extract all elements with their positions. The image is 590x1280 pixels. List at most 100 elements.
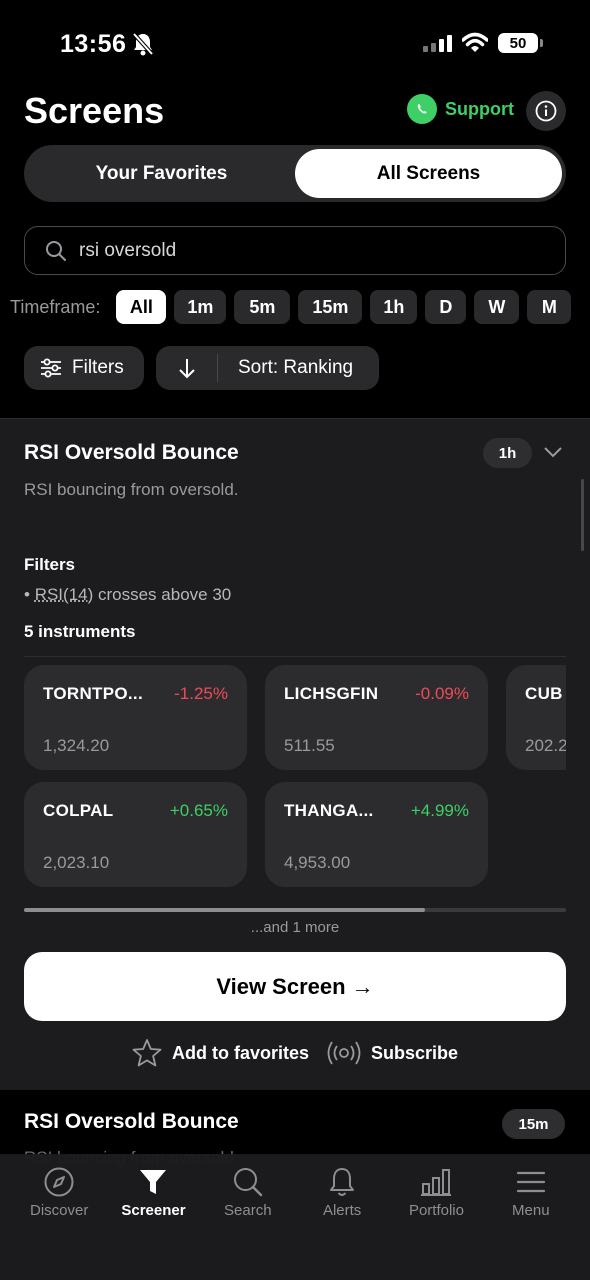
tab-alerts[interactable]: Alerts [295,1154,389,1280]
instrument-price: 2,023.10 [43,853,110,872]
whatsapp-icon [407,94,437,124]
tab-label: Alerts [322,1202,362,1219]
funnel-icon [140,1170,167,1194]
tab-discover[interactable]: Discover [12,1154,106,1280]
instrument-price: 511.55 [284,736,335,755]
view-screen-button[interactable]: View Screen → [24,952,566,1021]
instrument-symbol: COLPAL [43,801,114,820]
bottom-tab-bar: Discover Screener Search Alerts Portfoli… [0,1154,590,1280]
filters-heading: Filters [24,555,76,574]
tab-label: Discover [29,1202,89,1219]
info-button[interactable] [526,91,566,131]
timeframe-chip-1m[interactable]: 1m [174,290,227,324]
tab-label: Portfolio [408,1202,464,1219]
timeframe-chip-5m[interactable]: 5m [234,290,291,324]
timeframe-chip-d[interactable]: D [425,290,467,324]
screen-card: RSI Oversold Bounce 1h RSI bouncing from… [0,418,590,1090]
chevron-down-icon[interactable] [543,445,563,459]
arrow-down-icon [178,359,195,379]
timeframe-chip-all[interactable]: All [116,290,167,324]
instrument-change: -0.09% [415,684,469,703]
filter-sort-row: Filters Sort: Ranking [24,346,379,390]
info-icon [535,100,557,122]
instrument-price: 202.2 [525,736,566,755]
wifi-icon [462,32,488,52]
timeframe-filter: Timeframe: All 1m 5m 15m 1h D W M [10,290,572,324]
screen-title: RSI Oversold Bounce [24,441,239,464]
screen-timeframe-badge: 1h [483,438,532,468]
tab-label: Screener [121,1202,186,1219]
subscribe-button[interactable]: Subscribe [327,1038,458,1068]
bar-chart-icon [421,1169,452,1196]
instrument-change: -1.25% [174,684,228,703]
instrument-symbol: TORNTPO... [43,684,143,703]
screen-title: RSI Oversold Bounce [24,1110,239,1133]
instrument-tile[interactable]: CUB 202.2 [506,665,566,770]
signal-icon [423,34,452,52]
instrument-change: +4.99% [410,801,469,820]
instrument-symbol: THANGA... [284,801,374,820]
status-bar: 13:56 50 [0,0,590,90]
search-icon [233,1168,263,1197]
tab-screener[interactable]: Screener [106,1154,200,1280]
instrument-price: 1,324.20 [43,736,110,755]
support-button[interactable]: Support [407,94,514,124]
more-instruments-text: ...and 1 more [250,919,340,936]
star-icon [132,1039,162,1067]
menu-icon [516,1171,545,1193]
sliders-icon [41,358,61,378]
search-input[interactable]: rsi oversold [24,226,566,275]
indicator-term[interactable]: RSI(14) [35,585,94,604]
tab-label: Search [224,1202,272,1219]
tab-menu[interactable]: Menu [484,1154,578,1280]
screen-description: RSI bouncing from oversold. [24,480,239,499]
card-scrollbar[interactable] [581,479,584,551]
filters-label: Filters [72,357,124,378]
instrument-tile[interactable]: LICHSGFIN -0.09% 511.55 [265,665,488,770]
card-actions: Add to favorites Subscribe [0,1038,590,1068]
page-title: Screens [24,90,165,131]
instrument-tile[interactable]: COLPAL +0.65% 2,023.10 [24,782,247,887]
filter-rule: • RSI(14) crosses above 30 [24,585,231,605]
instrument-tile[interactable]: THANGA... +4.99% 4,953.00 [265,782,488,887]
instrument-symbol: LICHSGFIN [284,684,379,703]
timeframe-chip-1h[interactable]: 1h [370,290,418,324]
bell-icon [330,1168,355,1196]
compass-icon [44,1167,74,1197]
broadcast-icon [327,1041,361,1065]
instrument-price: 4,953.00 [284,853,351,872]
status-time: 13:56 [60,30,127,58]
support-label: Support [445,98,514,119]
filter-rule-text: crosses above 30 [93,585,232,604]
timeframe-chip-w[interactable]: W [474,290,520,324]
search-icon [46,240,66,261]
filters-button[interactable]: Filters [24,346,144,390]
add-to-favorites-button[interactable]: Add to favorites [132,1038,309,1068]
bell-muted-icon [132,32,154,56]
battery-indicator: 50 [498,33,543,53]
search-value: rsi oversold [79,239,177,261]
sort-direction-button[interactable] [156,354,218,382]
tab-portfolio[interactable]: Portfolio [389,1154,483,1280]
subscribe-label: Subscribe [370,1042,459,1063]
instrument-count: 5 instruments [24,622,136,641]
divider [24,656,566,657]
timeframe-label: Timeframe: [10,296,101,317]
screens-segmented-control: Your Favorites All Screens [24,145,566,202]
sort-label: Sort: Ranking [238,357,354,378]
tab-your-favorites[interactable]: Your Favorites [28,149,295,198]
add-to-favorites-label: Add to favorites [171,1042,309,1063]
instrument-change: +0.65% [169,801,228,820]
instrument-scrollbar[interactable] [24,908,566,912]
screen-timeframe-badge: 15m [502,1109,565,1139]
scrollbar-thumb[interactable] [24,908,425,912]
tab-all-screens[interactable]: All Screens [295,149,562,198]
timeframe-chip-15m[interactable]: 15m [298,290,363,324]
tab-label: Menu [512,1202,550,1219]
bullet: • [24,585,35,604]
timeframe-chip-m[interactable]: M [527,290,572,324]
instrument-tile[interactable]: TORNTPO... -1.25% 1,324.20 [24,665,247,770]
instrument-grid: TORNTPO... -1.25% 1,324.20 LICHSGFIN -0.… [24,665,566,895]
tab-search[interactable]: Search [201,1154,295,1280]
sort-button[interactable]: Sort: Ranking [156,346,379,390]
